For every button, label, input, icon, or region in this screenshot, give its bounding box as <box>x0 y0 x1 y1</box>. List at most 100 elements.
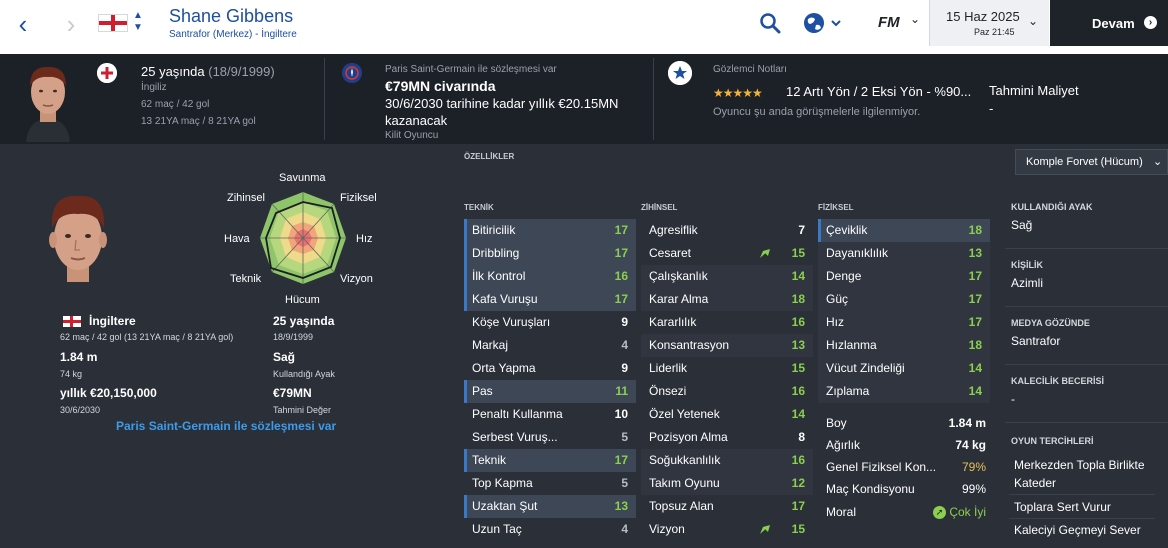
attribute-value: 18 <box>791 292 805 306</box>
attribute-name: Uzaktan Şut <box>472 499 538 513</box>
contract-club-text: Paris Saint-Germain ile sözleşmesi var <box>385 64 557 75</box>
personality-header: KİŞİLİK <box>1011 260 1044 270</box>
attribute-name: Cesaret <box>649 246 692 260</box>
player-position-link[interactable]: Santrafor (Merkez) - İngiltere <box>169 29 297 40</box>
fm-menu-button[interactable]: FM ⌄ <box>866 0 928 46</box>
club-crest-icon[interactable] <box>342 63 362 83</box>
england-flag-icon <box>63 316 81 327</box>
morale-arrow-icon: ➚ <box>932 506 946 520</box>
zihinsel-header: ZİHİNSEL <box>641 203 678 212</box>
scout-note: Oyuncu şu anda görüşmelerle ilgilenmiyor… <box>713 106 921 118</box>
zihinsel-attribute-row[interactable]: Konsantrasyon 13 <box>641 334 813 357</box>
fiziksel-attribute-row[interactable]: Güç 17 <box>818 288 990 311</box>
teknik-attribute-row[interactable]: Serbest Vuruş... 5 <box>464 426 636 449</box>
radar-label-savunma: Savunma <box>279 172 326 184</box>
attribute-value: 7 <box>798 223 805 237</box>
profile-contract-end: 30/6/2030 <box>60 405 101 415</box>
attribute-value: 16 <box>791 315 805 329</box>
attribute-value: 13 <box>614 499 628 513</box>
zihinsel-attribute-row[interactable]: Cesaret 15 <box>641 242 813 265</box>
fiziksel-attribute-row[interactable]: Vücut Zindeliği 14 <box>818 357 990 380</box>
attribute-value: 17 <box>968 269 982 283</box>
trait-item: Kateder <box>1014 476 1057 490</box>
continue-label: Devam <box>1092 16 1135 31</box>
scout-star-icon[interactable] <box>668 61 692 85</box>
teknik-attribute-row[interactable]: Uzaktan Şut 13 <box>464 495 636 518</box>
zihinsel-attribute-row[interactable]: Kararlılık 16 <box>641 311 813 334</box>
teknik-attribute-row[interactable]: Bitiricilik 17 <box>464 219 636 242</box>
attribute-name: Önsezi <box>649 384 687 398</box>
teknik-attribute-row[interactable]: İlk Kontrol 16 <box>464 265 636 288</box>
continue-button[interactable]: Devam › <box>1050 0 1168 46</box>
zihinsel-attribute-row[interactable]: Pozisyon Alma 8 <box>641 426 813 449</box>
zihinsel-attribute-row[interactable]: Karar Alma 18 <box>641 288 813 311</box>
teknik-attribute-row[interactable]: Penaltı Kullanma 10 <box>464 403 636 426</box>
attribute-name: Orta Yapma <box>472 361 536 375</box>
profile-wage: yıllık €20,150,000 <box>60 386 157 400</box>
attribute-name: Dribbling <box>472 246 520 260</box>
search-icon[interactable] <box>758 11 782 35</box>
zihinsel-attribute-row[interactable]: Takım Oyunu 12 <box>641 472 813 495</box>
forward-arrow-icon[interactable]: › <box>58 10 84 40</box>
goalkeeping-header: KALECİLİK BECERİSİ <box>1011 376 1105 386</box>
teknik-attribute-row[interactable]: Top Kapma 5 <box>464 472 636 495</box>
date-menu[interactable]: 15 Haz 2025 Paz 21:45 ⌄ <box>929 0 1049 46</box>
player-traits-header: OYUN TERCİHLERİ <box>1011 436 1094 446</box>
zihinsel-attribute-row[interactable]: Agresiflik 7 <box>641 219 813 242</box>
fiziksel-attribute-row[interactable]: Denge 17 <box>818 265 990 288</box>
attribute-name: Kararlılık <box>649 315 697 329</box>
zihinsel-attribute-row[interactable]: Liderlik 15 <box>641 357 813 380</box>
radar-label-vizyon: Vizyon <box>340 273 373 285</box>
player-name-title: Shane Gibbens <box>169 6 294 26</box>
phys-value-weight: 74 kg <box>955 438 986 452</box>
divider <box>1005 422 1168 423</box>
teknik-attribute-row[interactable]: Pas 11 <box>464 380 636 403</box>
back-arrow-icon[interactable]: ‹ <box>10 10 36 40</box>
radar-label-hucum: Hücum <box>285 294 320 306</box>
teknik-attribute-row[interactable]: Teknik 17 <box>464 449 636 472</box>
fiziksel-attribute-row[interactable]: Dayanıklılık 13 <box>818 242 990 265</box>
zihinsel-attribute-row[interactable]: Önsezi 16 <box>641 380 813 403</box>
teknik-attribute-row[interactable]: Köşe Vuruşları 9 <box>464 311 636 334</box>
player-switch-arrows-icon[interactable]: ▲ ▼ <box>132 10 144 34</box>
zihinsel-attribute-row[interactable]: Vizyon 15 <box>641 518 813 541</box>
attribute-name: Karar Alma <box>649 292 709 306</box>
attribute-name: Dayanıklılık <box>826 246 889 260</box>
attribute-value: 14 <box>791 269 805 283</box>
zihinsel-attribute-row[interactable]: Topsuz Alan 17 <box>641 495 813 518</box>
club-contract-link[interactable]: Paris Saint-Germain ile sözleşmesi var <box>116 419 336 433</box>
attribute-name: Zıplama <box>826 384 870 398</box>
teknik-attribute-row[interactable]: Kafa Vuruşu 17 <box>464 288 636 311</box>
profile-foot-label: Kullandığı Ayak <box>273 369 335 379</box>
attribute-value: 11 <box>615 384 628 398</box>
attribute-value: 8 <box>798 430 805 444</box>
attribute-value: 17 <box>968 315 982 329</box>
divider <box>1009 518 1155 519</box>
teknik-attribute-row[interactable]: Dribbling 17 <box>464 242 636 265</box>
fiziksel-header: FİZİKSEL <box>818 203 854 212</box>
teknik-attribute-row[interactable]: Uzun Taç 4 <box>464 518 636 541</box>
attribute-value: 18 <box>968 338 982 352</box>
attribute-value: 9 <box>621 361 628 375</box>
globe-icon[interactable] <box>802 11 846 35</box>
attribute-name: Köşe Vuruşları <box>472 315 551 329</box>
fiziksel-attribute-row[interactable]: Çeviklik 18 <box>818 219 990 242</box>
teknik-attribute-row[interactable]: Orta Yapma 9 <box>464 357 636 380</box>
phys-value-fitness: 79% <box>961 460 986 474</box>
zihinsel-attribute-row[interactable]: Soğukkanlılık 16 <box>641 449 813 472</box>
fiziksel-attribute-row[interactable]: Hız 17 <box>818 311 990 334</box>
scout-summary[interactable]: 12 Artı Yön / 2 Eksi Yön - %90... <box>786 84 971 99</box>
fiziksel-attribute-row[interactable]: Zıplama 14 <box>818 380 990 403</box>
radar-label-hiz: Hız <box>356 233 373 245</box>
profile-dob: 18/9/1999 <box>273 332 314 342</box>
zihinsel-attribute-row[interactable]: Çalışkanlık 14 <box>641 265 813 288</box>
scout-title: Gözlemci Notları <box>713 64 787 75</box>
improving-arrow-icon <box>760 525 770 534</box>
teknik-attribute-row[interactable]: Markaj 4 <box>464 334 636 357</box>
u21-apps-text: 13 21YA maç / 8 21YA gol <box>141 116 256 127</box>
attribute-value: 18 <box>968 223 982 237</box>
role-dropdown[interactable]: Komple Forvet (Hücum) ⌄ <box>1015 149 1168 175</box>
zihinsel-attribute-row[interactable]: Özel Yetenek 14 <box>641 403 813 426</box>
fiziksel-attribute-row[interactable]: Hızlanma 18 <box>818 334 990 357</box>
profile-caps: 62 maç / 42 gol (13 21YA maç / 8 21YA go… <box>60 332 234 342</box>
